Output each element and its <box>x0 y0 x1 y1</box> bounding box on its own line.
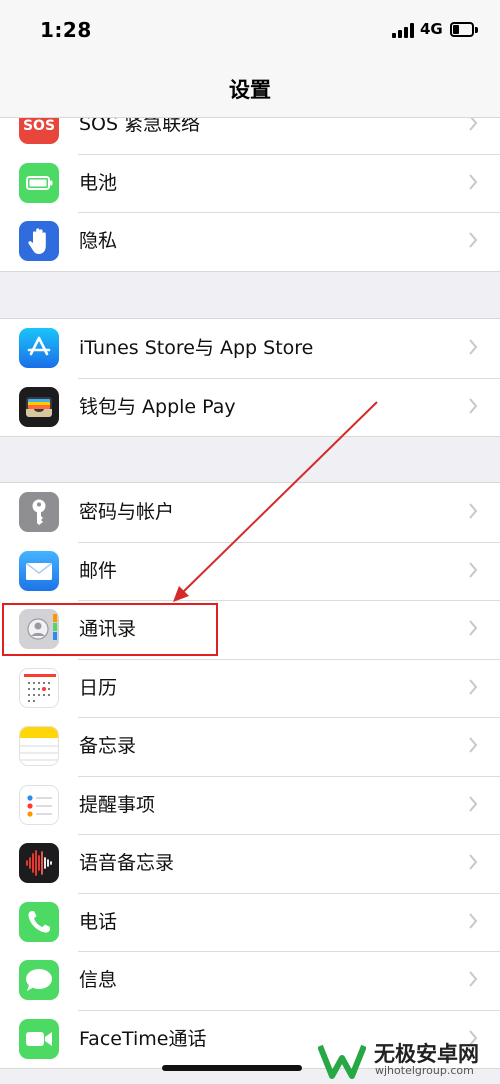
settings-row-label: 提醒事项 <box>79 793 156 816</box>
settings-row-battery[interactable]: 电池 <box>0 153 500 213</box>
reminders-icon <box>19 784 59 825</box>
watermark-url: wjhotelgroup.com <box>375 1064 474 1077</box>
chevron-right-icon <box>469 912 478 929</box>
settings-group-2: iTunes Store与 App Store 钱包与 Apple Pay <box>0 318 500 437</box>
settings-row-passwords[interactable]: 密码与帐户 <box>0 483 500 542</box>
settings-row-label: FaceTime通话 <box>79 1027 207 1050</box>
chevron-right-icon <box>469 503 478 519</box>
settings-row-label: 信息 <box>79 969 118 991</box>
sos-icon: SOS <box>19 118 59 144</box>
signal-icon <box>392 23 414 38</box>
settings-row-label: 日历 <box>79 676 118 699</box>
notes-icon <box>19 726 59 766</box>
calendar-icon <box>19 667 59 708</box>
chevron-right-icon <box>469 339 478 355</box>
settings-row-label: 电池 <box>79 171 118 194</box>
hand-icon <box>19 221 59 261</box>
chevron-right-icon <box>469 561 478 578</box>
watermark-logo-icon <box>318 1044 366 1079</box>
battery-status-icon <box>450 22 478 38</box>
settings-row-messages[interactable]: 信息 <box>0 951 500 1010</box>
settings-row-privacy[interactable]: 隐私 <box>0 212 500 271</box>
app-store-icon <box>19 328 59 368</box>
settings-row-label: 邮件 <box>79 559 118 582</box>
settings-row-wallet[interactable]: 钱包与 Apple Pay <box>0 377 500 437</box>
chevron-right-icon <box>469 173 478 190</box>
chevron-right-icon <box>469 737 478 753</box>
settings-row-mail[interactable]: 邮件 <box>0 541 500 601</box>
settings-row-label: 隐私 <box>79 230 118 252</box>
chevron-right-icon <box>469 397 478 414</box>
wallet-icon <box>19 386 59 427</box>
settings-row-phone[interactable]: 电话 <box>0 892 500 952</box>
chevron-right-icon <box>469 854 478 870</box>
battery-icon <box>19 162 59 203</box>
settings-group-1: SOS SOS 紧急联络 电池 隐私 <box>0 118 500 272</box>
chevron-right-icon <box>469 620 478 636</box>
settings-group-3: 密码与帐户 邮件 通讯录 日历 备忘录 提醒事项 语音备忘录 电话 信息 Fac… <box>0 482 500 1069</box>
svg-text:SOS: SOS <box>23 118 55 134</box>
page-title: 设置 <box>229 78 271 102</box>
settings-row-app-store[interactable]: iTunes Store与 App Store <box>0 319 500 378</box>
settings-row-label: 钱包与 Apple Pay <box>79 395 236 418</box>
settings-row-sos[interactable]: SOS SOS 紧急联络 <box>0 118 500 154</box>
settings-row-calendar[interactable]: 日历 <box>0 658 500 718</box>
settings-row-label: SOS 紧急联络 <box>79 118 201 135</box>
phone-icon <box>19 901 59 942</box>
settings-row-label: 语音备忘录 <box>79 852 175 874</box>
chevron-right-icon <box>469 678 478 695</box>
status-time: 1:28 <box>40 18 92 42</box>
chevron-right-icon <box>469 232 478 248</box>
settings-row-notes[interactable]: 备忘录 <box>0 717 500 776</box>
home-indicator[interactable] <box>162 1065 302 1071</box>
key-icon <box>19 492 59 532</box>
settings-row-reminders[interactable]: 提醒事项 <box>0 775 500 835</box>
settings-row-voice-memos[interactable]: 语音备忘录 <box>0 834 500 893</box>
messages-icon <box>19 960 59 1000</box>
contacts-highlight-box <box>2 603 218 656</box>
voice-memos-icon <box>19 843 59 883</box>
settings-list[interactable]: SOS SOS 紧急联络 电池 隐私 iTunes Store与 App Sto… <box>0 118 500 1084</box>
settings-row-label: iTunes Store与 App Store <box>79 337 314 359</box>
mail-icon <box>19 550 59 591</box>
facetime-icon <box>19 1018 59 1059</box>
settings-row-label: 电话 <box>79 910 118 933</box>
settings-row-label: 密码与帐户 <box>79 501 175 523</box>
network-type: 4G <box>420 20 443 38</box>
chevron-right-icon <box>469 971 478 987</box>
navigation-bar: 设置 <box>0 62 500 118</box>
watermark: 无极安卓网 wjhotelgroup.com <box>318 1036 498 1082</box>
chevron-right-icon <box>469 795 478 812</box>
status-bar: 1:28 4G <box>0 0 500 62</box>
settings-row-label: 备忘录 <box>79 735 137 757</box>
chevron-right-icon <box>469 118 478 131</box>
